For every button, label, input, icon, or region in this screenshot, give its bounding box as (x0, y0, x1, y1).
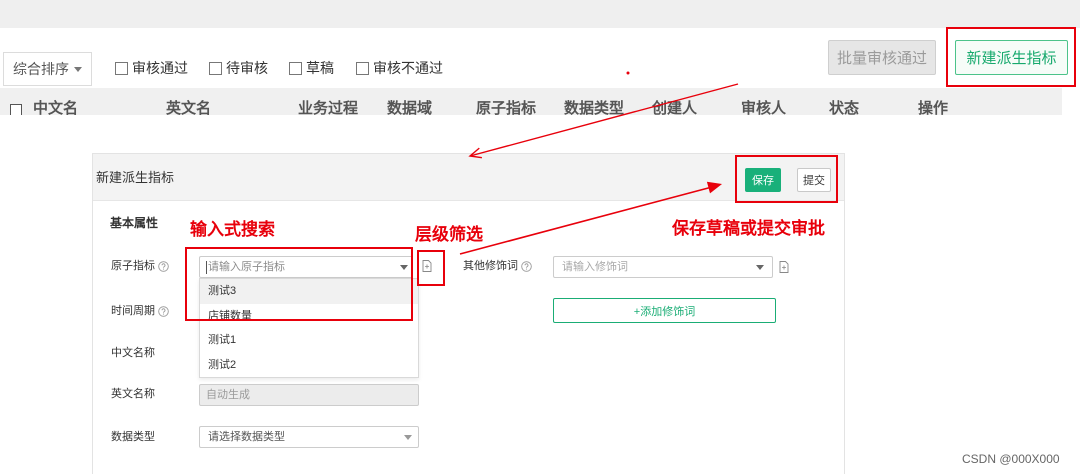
checkbox[interactable] (289, 61, 302, 75)
field-label: 时间周期 (111, 305, 155, 317)
filter-label: 草稿 (306, 60, 334, 76)
modifier-select[interactable]: 请输入修饰词 (553, 256, 773, 278)
time-period-label: 时间周期 (111, 304, 169, 318)
column-header: 中文名 (33, 100, 79, 115)
field-label: 中文名称 (111, 347, 155, 359)
en-name-label: 英文名称 (111, 387, 158, 401)
add-modifier-button[interactable]: +添加修饰词 (553, 298, 776, 323)
annotation-text-save-submit: 保存草稿或提交审批 (672, 219, 825, 238)
en-name-input: 自动生成 (199, 384, 419, 406)
field-label: 数据类型 (111, 431, 155, 443)
help-icon[interactable] (521, 260, 532, 272)
dialog-title: 新建派生指标 (96, 170, 175, 185)
batch-approve-button[interactable]: 批量审核通过 (828, 40, 936, 75)
column-header: 创建人 (652, 100, 698, 115)
column-header: 数据类型 (564, 100, 625, 115)
filter-draft[interactable]: 草稿 (289, 59, 334, 77)
section-title: 基本属性 (110, 216, 159, 230)
dropdown-option[interactable]: 测试3 (200, 279, 418, 304)
atomic-metric-label: 原子指标 (111, 259, 169, 273)
new-derived-metric-button[interactable]: 新建派生指标 (955, 40, 1068, 75)
column-header: 英文名 (166, 100, 212, 115)
chevron-down-icon[interactable] (404, 435, 412, 440)
checkbox[interactable] (115, 61, 128, 75)
field-label: 其他修饰词 (463, 260, 518, 272)
modifier-label: 其他修饰词 (463, 259, 532, 273)
filter-label: 审核不通过 (373, 60, 443, 76)
top-bar (0, 0, 1080, 28)
save-button[interactable]: 保存 (745, 168, 781, 192)
sort-dropdown-label: 综合排序 (13, 61, 69, 77)
document-icon[interactable] (422, 260, 432, 272)
new-derived-metric-dialog: 新建派生指标 保存 提交 基本属性 原子指标 请输入原子指标 其他修饰词 请输入… (92, 153, 845, 474)
atomic-metric-dropdown: 测试3 店铺数量 测试1 测试2 (199, 278, 419, 378)
document-icon[interactable] (779, 261, 789, 273)
data-type-placeholder: 请选择数据类型 (208, 431, 285, 443)
data-type-label: 数据类型 (111, 430, 158, 444)
watermark: CSDN @000X000 (962, 452, 1060, 466)
chevron-down-icon[interactable] (756, 265, 764, 270)
dropdown-option[interactable]: 店铺数量 (200, 304, 418, 329)
help-icon[interactable] (158, 305, 169, 317)
modifier-placeholder: 请输入修饰词 (562, 261, 628, 273)
filter-label: 审核通过 (132, 60, 188, 76)
en-name-value: 自动生成 (206, 389, 250, 401)
atomic-metric-search-input[interactable]: 请输入原子指标 (199, 256, 413, 278)
data-type-select[interactable]: 请选择数据类型 (199, 426, 419, 448)
checkbox[interactable] (356, 61, 369, 75)
chevron-down-icon (74, 67, 82, 72)
dropdown-option[interactable]: 测试1 (200, 328, 418, 353)
field-label: 英文名称 (111, 388, 155, 400)
annotation-dot (626, 71, 630, 75)
field-label: 原子指标 (111, 260, 155, 272)
atomic-metric-placeholder: 请输入原子指标 (208, 261, 285, 273)
column-header: 操作 (918, 100, 949, 115)
checkbox[interactable] (209, 61, 222, 75)
select-all-checkbox[interactable] (10, 104, 22, 115)
help-icon[interactable] (158, 260, 169, 272)
dropdown-option[interactable]: 测试2 (200, 353, 418, 378)
filter-pending[interactable]: 待审核 (209, 59, 268, 77)
column-header: 业务过程 (298, 100, 359, 115)
annotation-text-search: 输入式搜索 (190, 220, 275, 239)
cn-name-label: 中文名称 (111, 346, 158, 360)
filter-rejected[interactable]: 审核不通过 (356, 59, 443, 77)
column-header: 状态 (829, 100, 860, 115)
filter-label: 待审核 (226, 60, 268, 76)
column-header: 原子指标 (476, 100, 537, 115)
text-cursor (206, 261, 207, 274)
submit-button[interactable]: 提交 (797, 168, 831, 192)
sort-dropdown[interactable]: 综合排序 (3, 52, 92, 86)
table-header: 中文名 英文名 业务过程 数据域 原子指标 数据类型 创建人 审核人 状态 操作 (0, 88, 1062, 115)
column-header: 数据域 (387, 100, 433, 115)
dialog-header: 新建派生指标 保存 提交 (93, 154, 844, 201)
column-header: 审核人 (741, 100, 787, 115)
annotation-text-filter: 层级筛选 (415, 225, 483, 244)
chevron-down-icon[interactable] (400, 265, 408, 270)
filter-approved[interactable]: 审核通过 (115, 59, 188, 77)
